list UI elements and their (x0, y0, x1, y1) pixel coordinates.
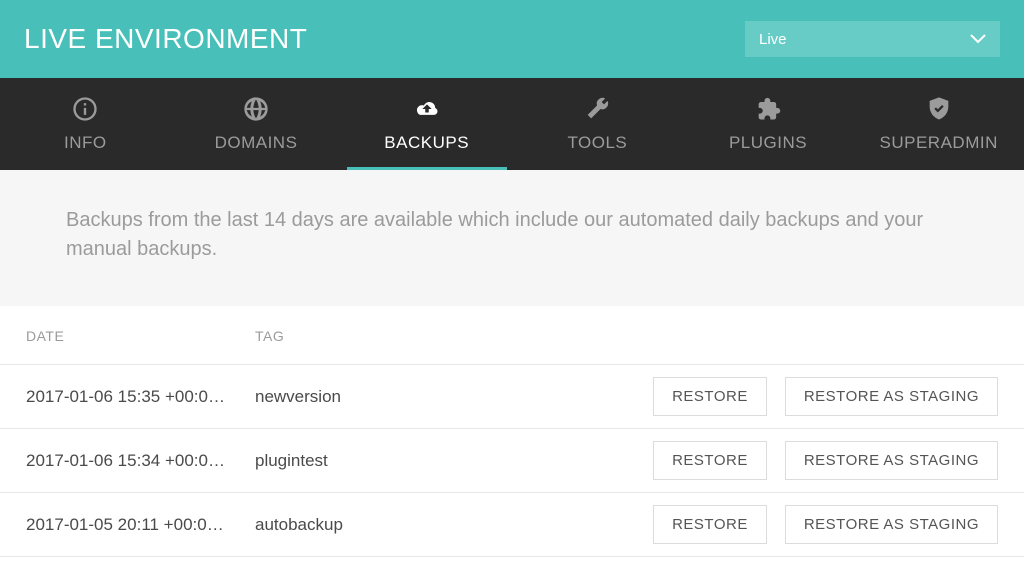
cell-date: 2017-01-06 15:35 +00:0… (0, 387, 255, 407)
restore-button[interactable]: RESTORE (653, 505, 767, 544)
description-text: Backups from the last 14 days are availa… (0, 170, 1024, 306)
header: LIVE ENVIRONMENT Live (0, 0, 1024, 78)
environment-select[interactable]: Live (745, 21, 1000, 57)
shield-check-icon (925, 95, 953, 123)
tab-backups[interactable]: BACKUPS (341, 78, 512, 170)
environment-select-value: Live (759, 31, 787, 48)
restore-as-staging-button[interactable]: RESTORE AS STAGING (785, 377, 998, 416)
restore-button[interactable]: RESTORE (653, 441, 767, 480)
tab-tools-label: TOOLS (567, 133, 627, 153)
tab-domains[interactable]: DOMAINS (171, 78, 342, 170)
cell-tag: autobackup (255, 515, 629, 535)
puzzle-icon (754, 95, 782, 123)
tab-backups-label: BACKUPS (384, 133, 469, 153)
tab-info[interactable]: INFO (0, 78, 171, 170)
cell-tag: plugintest (255, 451, 629, 471)
cell-date: 2017-01-05 20:11 +00:0… (0, 515, 255, 535)
col-header-date: DATE (0, 328, 255, 344)
backups-table: DATE TAG 2017-01-06 15:35 +00:0… newvers… (0, 306, 1024, 557)
restore-as-staging-button[interactable]: RESTORE AS STAGING (785, 505, 998, 544)
tab-plugins-label: PLUGINS (729, 133, 807, 153)
chevron-down-icon (970, 34, 986, 44)
table-header: DATE TAG (0, 306, 1024, 365)
tab-domains-label: DOMAINS (215, 133, 298, 153)
info-icon (71, 95, 99, 123)
col-header-tag: TAG (255, 328, 629, 344)
cell-date: 2017-01-06 15:34 +00:0… (0, 451, 255, 471)
wrench-icon (583, 95, 611, 123)
tab-superadmin[interactable]: SUPERADMIN (853, 78, 1024, 170)
table-row: 2017-01-05 20:11 +00:0… autobackup RESTO… (0, 493, 1024, 557)
tab-info-label: INFO (64, 133, 107, 153)
restore-as-staging-button[interactable]: RESTORE AS STAGING (785, 441, 998, 480)
table-row: 2017-01-06 15:34 +00:0… plugintest RESTO… (0, 429, 1024, 493)
table-row: 2017-01-06 15:35 +00:0… newversion RESTO… (0, 365, 1024, 429)
cell-tag: newversion (255, 387, 629, 407)
tab-plugins[interactable]: PLUGINS (683, 78, 854, 170)
globe-icon (242, 95, 270, 123)
tab-superadmin-label: SUPERADMIN (880, 133, 998, 153)
navbar: INFO DOMAINS BACKUPS TOOLS PLUGINS SUPER… (0, 78, 1024, 170)
tab-tools[interactable]: TOOLS (512, 78, 683, 170)
restore-button[interactable]: RESTORE (653, 377, 767, 416)
page-title: LIVE ENVIRONMENT (24, 23, 307, 55)
cloud-upload-icon (413, 95, 441, 123)
